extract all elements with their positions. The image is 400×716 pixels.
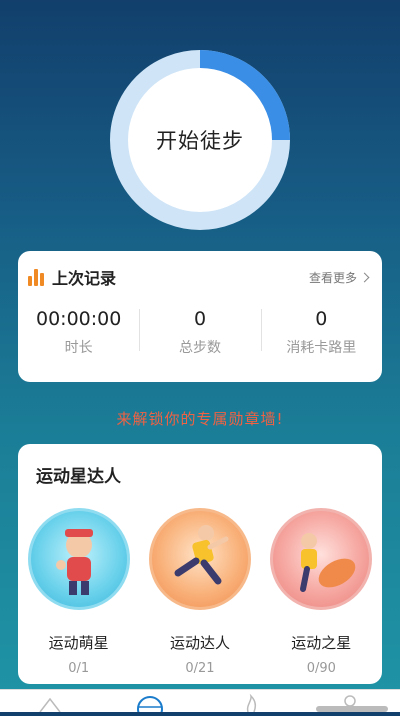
stat-value: 00:00:00 xyxy=(35,308,122,330)
badge-item[interactable]: 运动萌星 0/1 xyxy=(24,508,134,676)
badge-progress: 0/90 xyxy=(306,661,336,676)
badge-list: 运动萌星 0/1 运动达人 0/21 运动之星 0/90 xyxy=(18,508,382,676)
badge-item[interactable]: 运动达人 0/21 xyxy=(145,508,255,676)
start-hike-button[interactable]: 开始徒步 xyxy=(128,68,272,212)
badge-item[interactable]: 运动之星 0/90 xyxy=(266,508,376,676)
badge-progress: 0/1 xyxy=(68,661,90,676)
globe-icon[interactable] xyxy=(136,693,164,716)
stat-value: 0 xyxy=(193,308,207,330)
stat-calories: 0 消耗卡路里 xyxy=(260,305,382,365)
stat-label: 时长 xyxy=(64,340,93,356)
stat-steps: 0 总步数 xyxy=(139,305,260,365)
badge-progress: 0/21 xyxy=(185,661,215,676)
stat-duration: 00:00:00 时长 xyxy=(18,305,139,365)
badge-name: 运动萌星 xyxy=(48,634,109,652)
fire-icon[interactable] xyxy=(236,693,264,713)
cute-runner-badge-icon xyxy=(27,508,130,610)
star-runner-badge-icon xyxy=(270,508,373,610)
stat-value: 0 xyxy=(315,308,328,330)
badge-name: 运动达人 xyxy=(169,634,230,652)
bottom-nav xyxy=(0,689,400,716)
badge-card: 运动星达人 运动萌星 0/1 运动达人 0/21 运动之星 0/90 xyxy=(18,444,382,684)
stat-label: 总步数 xyxy=(178,340,221,356)
chevron-right-icon xyxy=(359,272,370,283)
view-more-label: 查看更多 xyxy=(308,271,357,285)
jumping-runner-badge-icon xyxy=(148,508,251,610)
last-record-title: 上次记录 xyxy=(52,269,117,288)
stat-label: 消耗卡路里 xyxy=(286,340,357,356)
home-indicator xyxy=(316,706,388,712)
last-record-header: 上次记录 xyxy=(28,265,116,289)
unlock-badge-promo: 来解锁你的专属勋章墙! xyxy=(116,410,284,428)
view-more-link[interactable]: 查看更多 xyxy=(308,269,370,286)
bar-chart-icon xyxy=(28,268,46,286)
badge-section-title: 运动星达人 xyxy=(36,467,121,487)
record-stats: 00:00:00 时长 0 总步数 0 消耗卡路里 xyxy=(18,305,382,365)
profile-icon[interactable] xyxy=(316,693,388,712)
home-icon[interactable] xyxy=(36,693,64,713)
badge-name: 运动之星 xyxy=(291,634,352,652)
last-record-card: 上次记录 查看更多 00:00:00 时长 0 总步数 0 消耗卡路里 xyxy=(18,251,382,382)
